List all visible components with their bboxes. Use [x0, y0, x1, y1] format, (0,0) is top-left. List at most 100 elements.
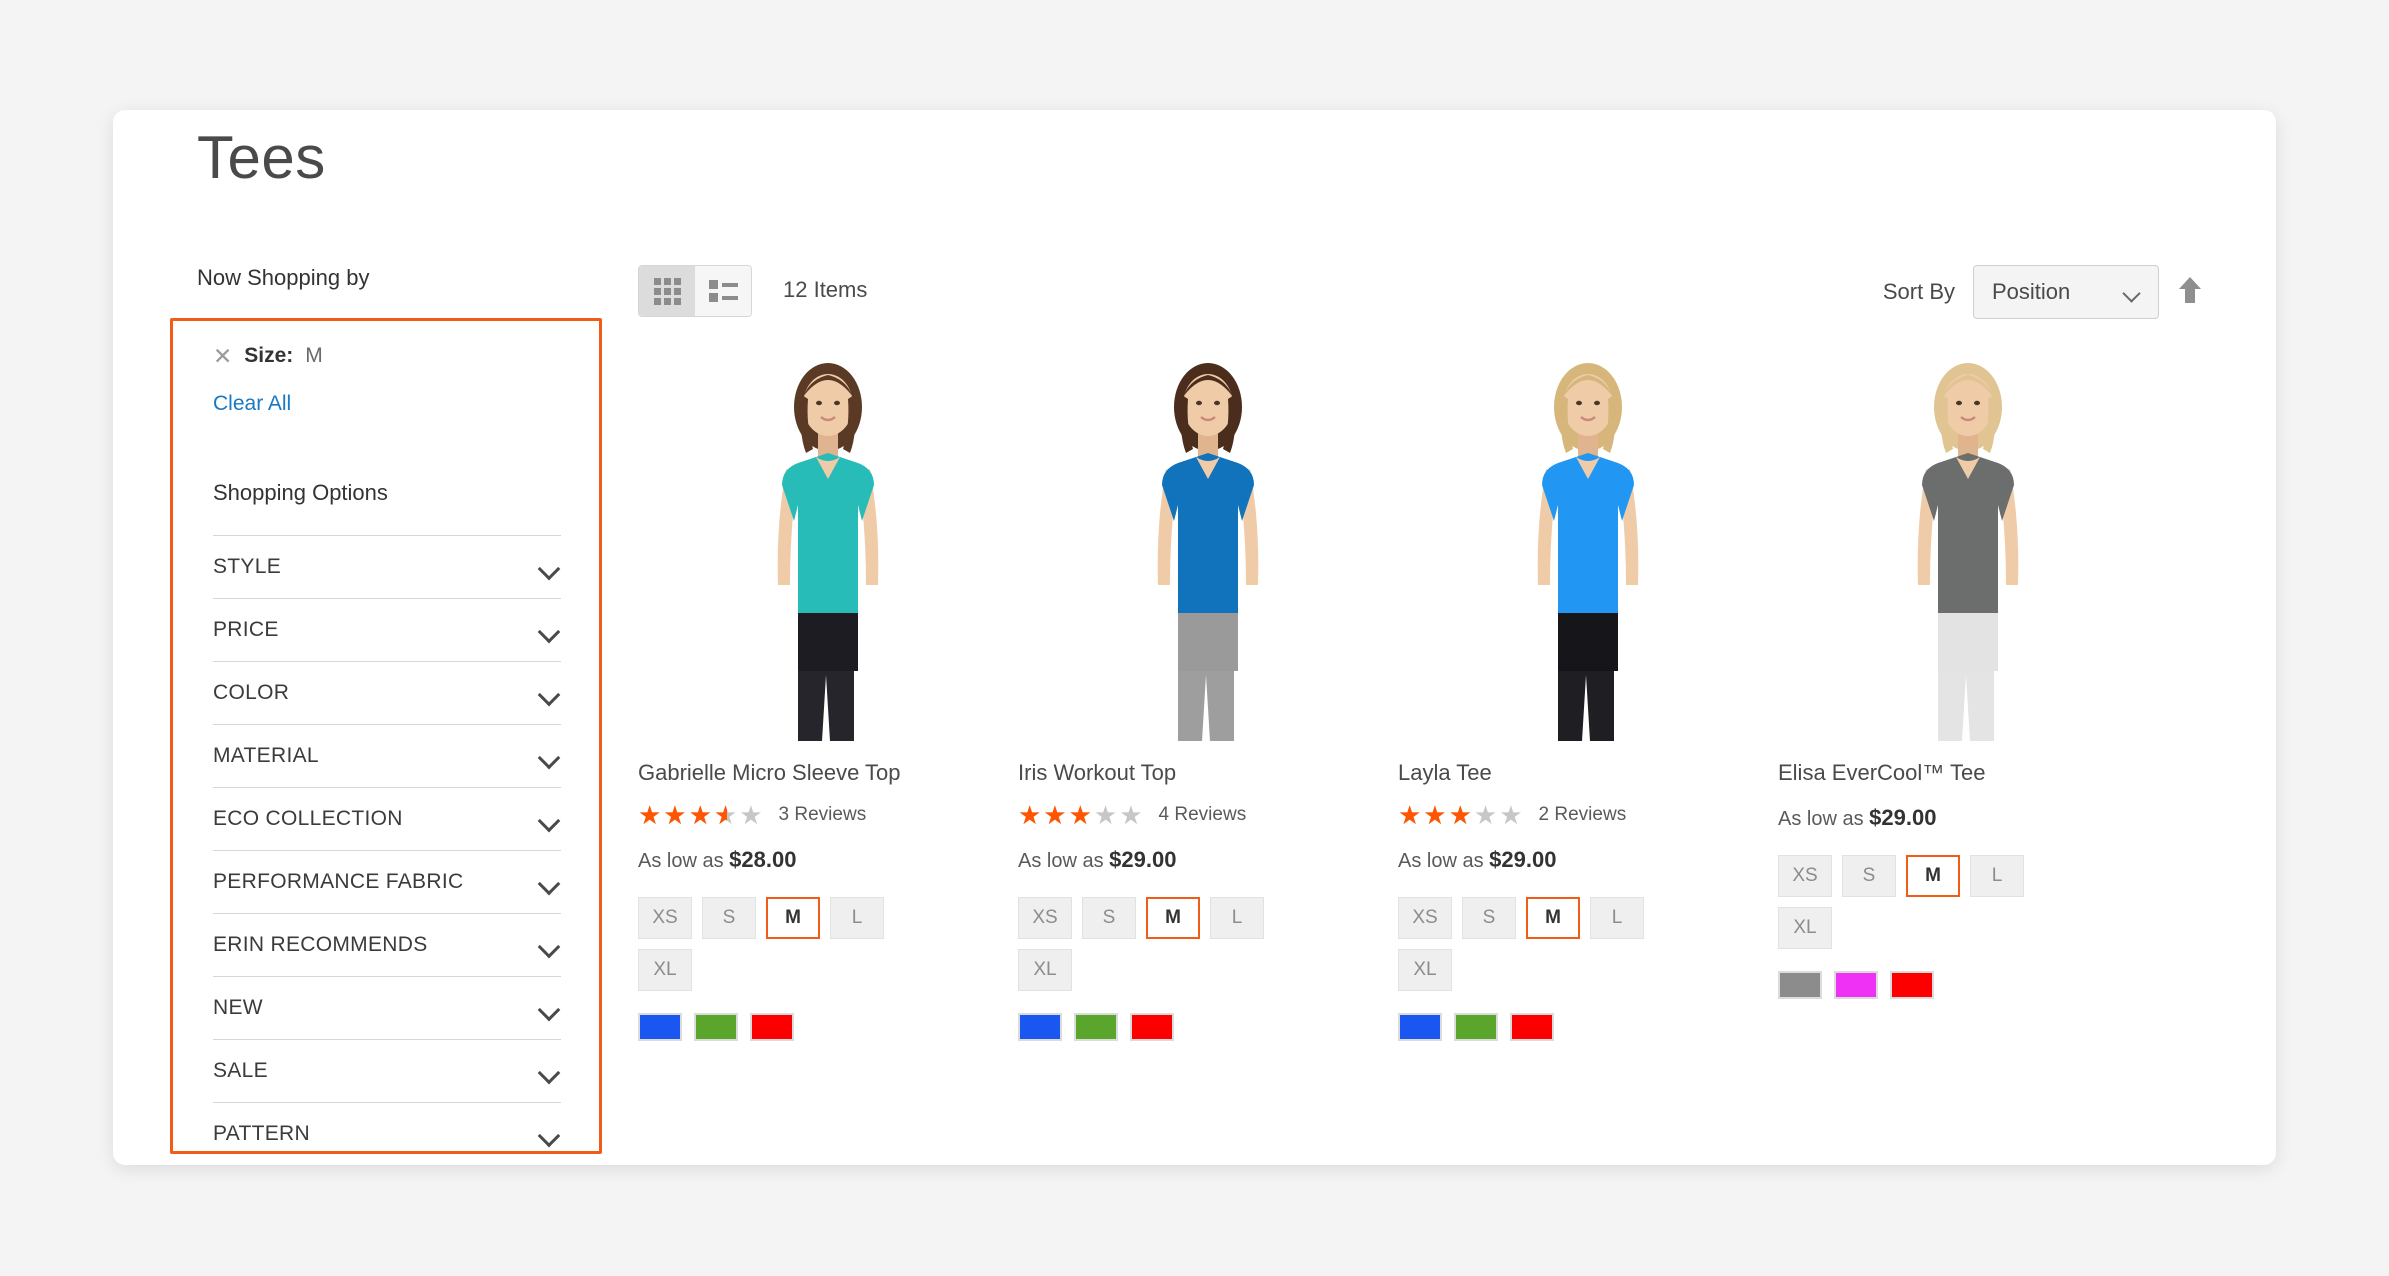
filter-row-performance-fabric[interactable]: PERFORMANCE FABRIC	[213, 850, 561, 913]
price-prefix: As low as	[1778, 807, 1870, 830]
chevron-down-icon	[539, 939, 561, 951]
size-swatch-m[interactable]: M	[1906, 854, 1960, 897]
price-prefix: As low as	[1398, 849, 1490, 872]
sort-by-value: Position	[1992, 279, 2071, 304]
size-swatch-s[interactable]: S	[702, 896, 756, 939]
size-swatch-xs[interactable]: XS	[1018, 896, 1072, 939]
product-image[interactable]	[1438, 345, 1738, 745]
price-amount: $29.00	[1109, 846, 1177, 872]
chevron-down-icon	[539, 876, 561, 888]
clear-all-link[interactable]: Clear All	[213, 392, 291, 416]
sort-by-label: Sort By	[1882, 279, 1955, 304]
price-prefix: As low as	[1018, 849, 1110, 872]
product-rating: ★★★★★★★★★★ 3 Reviews	[638, 801, 1018, 829]
product-card: Gabrielle Micro Sleeve Top ★★★★★★★★★★ 3 Re…	[638, 345, 1018, 1041]
chevron-down-icon	[539, 687, 561, 699]
size-swatch-s[interactable]: S	[1082, 896, 1136, 939]
size-swatch-m[interactable]: M	[1146, 896, 1200, 939]
filter-row-pattern[interactable]: PATTERN	[213, 1102, 561, 1165]
filter-row-sale[interactable]: SALE	[213, 1039, 561, 1102]
size-swatch-xl[interactable]: XL	[1018, 948, 1072, 991]
sort-by-select[interactable]: Position	[1973, 265, 2159, 319]
active-filter-label: Size:	[244, 344, 294, 367]
filter-name: ERIN RECOMMENDS	[213, 933, 428, 956]
product-photo-illustration	[1058, 345, 1358, 745]
size-swatch-xl[interactable]: XL	[638, 948, 692, 991]
size-swatch-xl[interactable]: XL	[1398, 948, 1452, 991]
color-swatch-2[interactable]	[694, 1012, 738, 1041]
color-swatch-3[interactable]	[1510, 1012, 1554, 1041]
chevron-down-icon	[539, 1002, 561, 1014]
product-image[interactable]	[678, 345, 978, 745]
product-name-link[interactable]: Layla Tee	[1398, 759, 1778, 787]
product-image[interactable]	[1058, 345, 1358, 745]
size-swatch-l[interactable]: L	[830, 896, 884, 939]
chevron-down-icon	[539, 750, 561, 762]
product-name-link[interactable]: Gabrielle Micro Sleeve Top	[638, 759, 1018, 787]
filter-row-style[interactable]: STYLE	[213, 535, 561, 598]
size-swatch-s[interactable]: S	[1462, 896, 1516, 939]
filter-row-erin-recommends[interactable]: ERIN RECOMMENDS	[213, 913, 561, 976]
color-swatch-3[interactable]	[1890, 970, 1934, 999]
price-amount: $29.00	[1869, 804, 1937, 830]
active-filter-item: ✕ Size: M	[213, 344, 323, 368]
sort-controls: Sort By Position	[1883, 265, 2203, 319]
close-icon[interactable]: ✕	[213, 344, 232, 368]
chevron-down-icon	[539, 1128, 561, 1140]
product-price: As low as $29.00	[1398, 847, 1778, 873]
product-reviews-link[interactable]: 3 Reviews	[779, 804, 867, 826]
sidebar: Now Shopping by	[197, 265, 617, 313]
product-price: As low as $29.00	[1778, 805, 2158, 831]
filter-name: PRICE	[213, 618, 279, 641]
product-reviews-link[interactable]: 4 Reviews	[1159, 804, 1247, 826]
view-mode-switcher	[638, 265, 752, 317]
size-swatch-m[interactable]: M	[1526, 896, 1580, 939]
color-swatch-2[interactable]	[1074, 1012, 1118, 1041]
now-shopping-by-heading: Now Shopping by	[197, 265, 370, 290]
sort-direction-button[interactable]	[2177, 275, 2203, 310]
size-swatch-l[interactable]: L	[1210, 896, 1264, 939]
product-image[interactable]	[1818, 345, 2118, 745]
size-swatch-s[interactable]: S	[1842, 854, 1896, 897]
chevron-down-icon	[2124, 287, 2142, 298]
product-listing-page: Tees Now Shopping by ✕ Size: M Clear All…	[0, 0, 2389, 1276]
size-swatch-xs[interactable]: XS	[638, 896, 692, 939]
size-swatch-l[interactable]: L	[1590, 896, 1644, 939]
filter-row-new[interactable]: NEW	[213, 976, 561, 1039]
active-filter-value: M	[305, 344, 323, 367]
color-swatch-3[interactable]	[1130, 1012, 1174, 1041]
filter-row-material[interactable]: MATERIAL	[213, 724, 561, 787]
size-swatch-xs[interactable]: XS	[1778, 854, 1832, 897]
color-swatch-1[interactable]	[1778, 970, 1822, 999]
product-reviews-link[interactable]: 2 Reviews	[1539, 804, 1627, 826]
filter-name: COLOR	[213, 681, 290, 704]
filter-name: ECO COLLECTION	[213, 807, 403, 830]
filter-row-price[interactable]: PRICE	[213, 598, 561, 661]
grid-view-button[interactable]	[639, 266, 695, 316]
color-swatch-2[interactable]	[1454, 1012, 1498, 1041]
color-swatch-1[interactable]	[638, 1012, 682, 1041]
filter-row-eco-collection[interactable]: ECO COLLECTION	[213, 787, 561, 850]
size-swatches: XS S M L XL	[1778, 854, 2078, 949]
size-swatch-l[interactable]: L	[1970, 854, 2024, 897]
color-swatch-3[interactable]	[750, 1012, 794, 1041]
filter-row-color[interactable]: COLOR	[213, 661, 561, 724]
product-name-link[interactable]: Elisa EverCool™ Tee	[1778, 759, 2158, 787]
color-swatches	[1778, 970, 2158, 999]
color-swatch-1[interactable]	[1398, 1012, 1442, 1041]
shopping-options-heading: Shopping Options	[213, 480, 388, 505]
color-swatch-2[interactable]	[1834, 970, 1878, 999]
item-count: 12 Items	[783, 277, 868, 302]
size-swatch-xl[interactable]: XL	[1778, 906, 1832, 949]
product-name-link[interactable]: Iris Workout Top	[1018, 759, 1398, 787]
color-swatch-1[interactable]	[1018, 1012, 1062, 1041]
size-swatches: XS S M L XL	[638, 896, 938, 991]
size-swatch-m[interactable]: M	[766, 896, 820, 939]
chevron-down-icon	[539, 1065, 561, 1077]
rating-stars: ★★★★★★★★★★	[638, 799, 765, 830]
list-view-button[interactable]	[695, 266, 751, 316]
price-amount: $29.00	[1489, 846, 1557, 872]
page-title: Tees	[197, 124, 326, 191]
grid-icon	[653, 277, 681, 305]
size-swatch-xs[interactable]: XS	[1398, 896, 1452, 939]
